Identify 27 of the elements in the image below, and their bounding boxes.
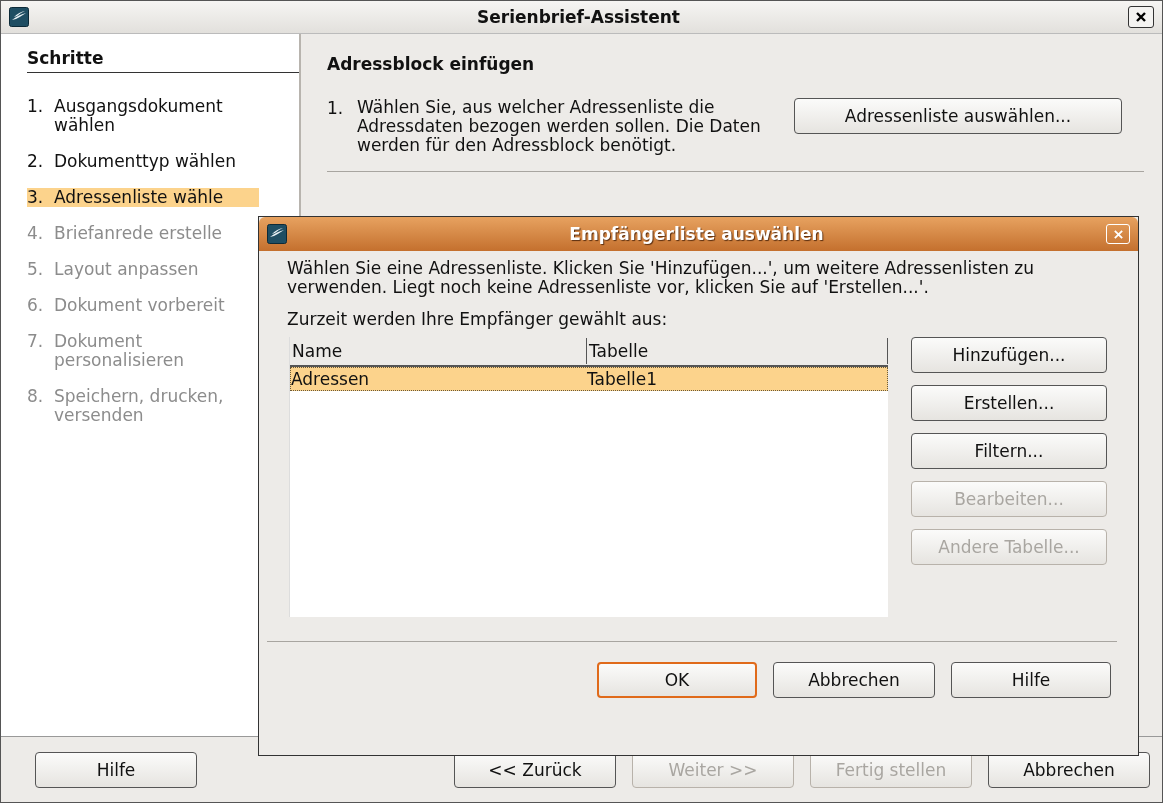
dialog-button[interactable]: Abbrechen	[773, 662, 935, 698]
column-header[interactable]: Name	[290, 338, 587, 364]
dialog-title: Empfängerliste auswählen	[568, 224, 825, 244]
sidebar-heading: Schritte	[27, 48, 299, 73]
step-item[interactable]: 2. Dokumenttyp wählen	[27, 152, 259, 171]
list-action-button[interactable]: Erstellen...	[911, 385, 1107, 421]
step-item[interactable]: 1. Ausgangsdokument wählen	[27, 97, 259, 135]
select-list-button[interactable]: Adressenliste auswählen...	[794, 98, 1122, 134]
window-title: Serienbrief-Assistent	[476, 7, 681, 27]
page-heading: Adressblock einfügen	[327, 54, 536, 74]
list-row[interactable]: Adressen Tabelle1	[290, 367, 888, 391]
app-icon	[267, 224, 287, 244]
app-icon	[9, 7, 29, 27]
step-item[interactable]: 3. Adressenliste wähle	[27, 188, 259, 207]
step-number: 1.	[327, 98, 345, 118]
close-icon	[1112, 228, 1124, 240]
wizard-button[interactable]: Hilfe	[35, 751, 197, 788]
list-action-button[interactable]: Hinzufügen...	[911, 337, 1107, 373]
description-text: Wählen Sie eine Adressenliste. Klicken Sie 'Hinzufügen...', um weitere Adressenlisten zu verwenden. Liegt noch keine Adressenliste vor, klicken Sie auf 'Erstellen...'.	[287, 259, 1036, 297]
close-button[interactable]	[1128, 6, 1154, 28]
column-header[interactable]: Tabelle	[587, 338, 888, 364]
instruction-text: Wählen Sie, aus welcher Adressenliste die Adressdaten bezogen werden sollen. Die Daten werden für den Adressblock benötigt.	[357, 98, 762, 155]
dialog-button[interactable]: OK	[597, 662, 757, 698]
source-label: Zurzeit werden Ihre Empfänger gewählt aus:	[287, 309, 669, 329]
close-icon	[1135, 11, 1147, 23]
list-action-button[interactable]: Filtern...	[911, 433, 1107, 469]
dialog-button[interactable]: Hilfe	[951, 662, 1111, 698]
